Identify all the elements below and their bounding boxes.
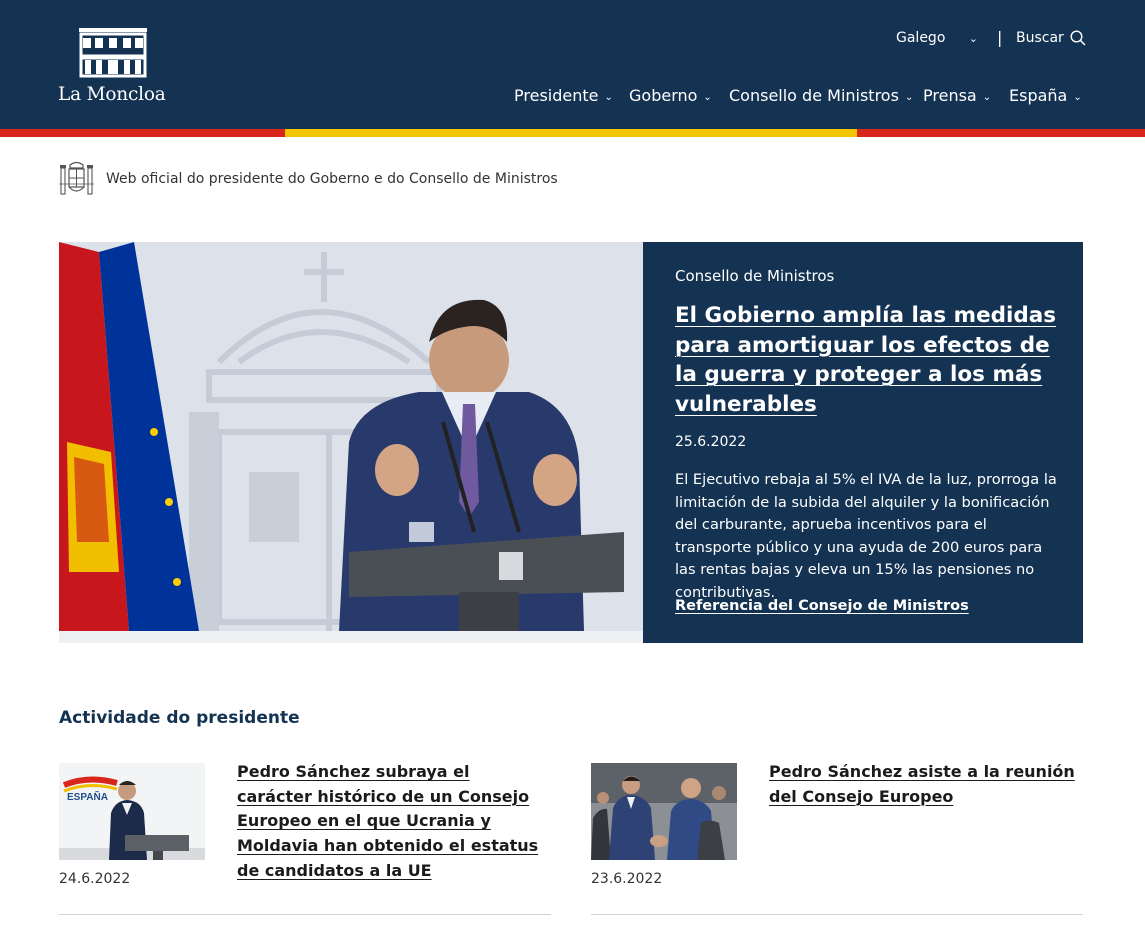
chevron-down-icon: ⌄	[968, 32, 978, 45]
tagline-text: Web oficial do presidente do Goberno e d…	[106, 171, 558, 187]
news-date: 24.6.2022	[59, 871, 131, 887]
news-date: 23.6.2022	[591, 871, 663, 887]
news-thumbnail[interactable]	[591, 763, 737, 860]
nav-label: España	[1009, 86, 1068, 105]
hero-reference-link[interactable]: Referencia del Consejo de Ministros	[675, 598, 969, 614]
nav-item-presidente[interactable]: Presidente ⌄	[514, 86, 613, 105]
nav-item-prensa[interactable]: Prensa ⌄	[923, 86, 991, 105]
language-selected: Galego	[896, 30, 946, 46]
flag-stripe-red	[857, 129, 1145, 137]
chevron-down-icon: ⌄	[604, 92, 613, 103]
chevron-down-icon: ⌄	[904, 92, 914, 103]
hero-date: 25.6.2022	[675, 434, 747, 450]
hero-title-text: El Gobierno amplía las medidas para amor…	[675, 303, 1057, 417]
site-header: La Moncloa Galego ⌄ | Buscar Presidente ⌄…	[0, 0, 1145, 129]
news-title-link[interactable]: Pedro Sánchez asiste a la reunión del Co…	[769, 760, 1079, 809]
flag-stripe-red	[0, 129, 285, 137]
news-item: ESPAÑA Pedro Sánchez subraya el carácter…	[59, 760, 551, 916]
section-title-activity: Actividade do presidente	[59, 708, 300, 728]
divider	[591, 914, 1083, 915]
chevron-down-icon: ⌄	[703, 92, 712, 103]
hero-image[interactable]	[59, 242, 643, 631]
hero-summary: El Ejecutivo rebaja al 5% el IVA de la l…	[675, 471, 1057, 601]
header-separator: |	[997, 28, 1003, 47]
hero-photo	[59, 242, 643, 631]
news-thumbnail[interactable]: ESPAÑA	[59, 763, 205, 860]
news-title-text: Pedro Sánchez subraya el carácter histór…	[237, 762, 539, 880]
hero-category[interactable]: Consello de Ministros	[675, 267, 834, 285]
chevron-down-icon: ⌄	[1073, 92, 1082, 103]
search-label: Buscar	[1016, 30, 1064, 46]
news-title-link[interactable]: Pedro Sánchez subraya el carácter histór…	[237, 760, 547, 884]
nav-label: Presidente	[514, 86, 599, 105]
language-selector[interactable]: Galego ⌄	[896, 30, 980, 50]
coat-of-arms-icon	[59, 161, 94, 195]
news-title-text: Pedro Sánchez asiste a la reunión del Co…	[769, 762, 1075, 806]
chevron-down-icon: ⌄	[982, 92, 992, 103]
search-button[interactable]: Buscar	[1016, 30, 1086, 46]
hero-image-caption-bar	[59, 631, 643, 643]
nav-item-espana[interactable]: España ⌄	[1009, 86, 1082, 105]
hero-panel: Consello de Ministros El Gobierno amplía…	[643, 242, 1083, 643]
news-photo	[591, 763, 737, 860]
logo-text: La Moncloa	[58, 84, 166, 105]
news-photo: ESPAÑA	[59, 763, 205, 860]
moncloa-palace-icon	[79, 28, 147, 78]
nav-label: Consello de Ministros	[729, 86, 899, 105]
nav-label: Prensa	[923, 86, 977, 105]
nav-item-goberno[interactable]: Goberno ⌄	[629, 86, 712, 105]
search-icon	[1070, 30, 1086, 46]
nav-label: Goberno	[629, 86, 698, 105]
hero-title-link[interactable]: El Gobierno amplía las medidas para amor…	[675, 301, 1065, 419]
divider	[59, 914, 551, 915]
site-logo[interactable]: La Moncloa	[58, 26, 170, 110]
flag-stripe-yellow	[285, 129, 857, 137]
thumb-label: ESPAÑA	[67, 790, 108, 803]
site-tagline: Web oficial do presidente do Goberno e d…	[59, 160, 558, 198]
nav-item-consello[interactable]: Consello de Ministros ⌄	[729, 86, 913, 105]
news-item: Pedro Sánchez asiste a la reunión del Co…	[591, 760, 1083, 916]
